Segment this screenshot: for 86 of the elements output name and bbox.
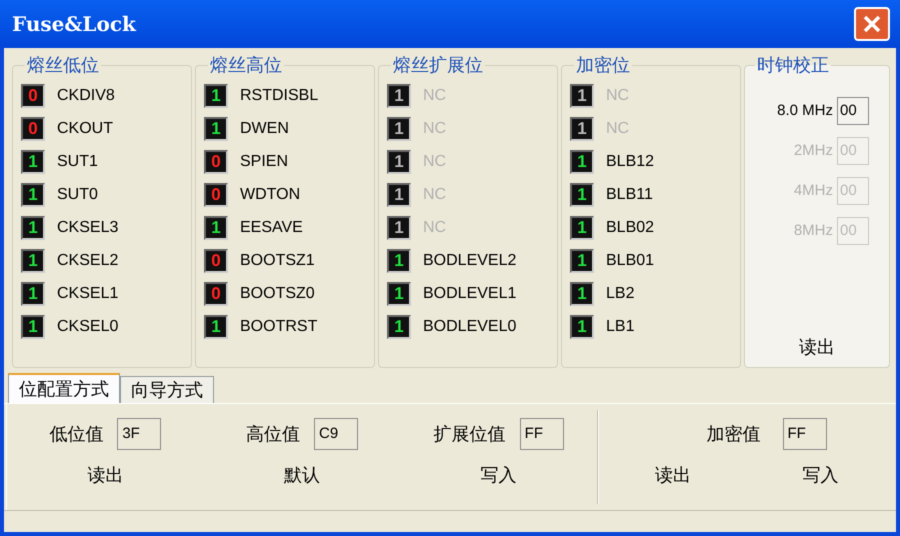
- bit-name: BODLEVEL2: [423, 250, 516, 270]
- bit-name: NC: [423, 218, 446, 238]
- text-button[interactable]: 读出: [793, 332, 841, 363]
- group-title: 加密位: [575, 54, 631, 77]
- group-title: 时钟校正: [756, 54, 830, 77]
- bit-indicator[interactable]: 1: [570, 248, 594, 272]
- bit-name: CKSEL0: [57, 316, 118, 336]
- text-button[interactable]: 默认: [278, 460, 326, 491]
- bit-indicator[interactable]: 1: [570, 182, 594, 206]
- bit-name: NC: [423, 86, 446, 106]
- field-label: 扩展位值: [434, 422, 506, 446]
- bit-indicator[interactable]: 1: [570, 314, 594, 338]
- bit-name: NC: [423, 152, 446, 172]
- bit-name: LB1: [606, 316, 634, 336]
- bit-name: BLB02: [606, 218, 654, 238]
- bit-indicator[interactable]: 1: [204, 216, 228, 240]
- text-button[interactable]: 写入: [474, 460, 523, 491]
- bit-indicator[interactable]: 1: [204, 84, 228, 108]
- bit-name: RSTDISBL: [240, 86, 318, 106]
- value-field[interactable]: FF: [782, 418, 826, 450]
- bit-indicator[interactable]: 0: [204, 182, 228, 206]
- frequency-label: 4MHz: [794, 180, 833, 201]
- bit-name: NC: [423, 118, 446, 138]
- bit-indicator[interactable]: 1: [387, 314, 411, 338]
- bit-name: BOOTSZ0: [240, 284, 315, 304]
- field-label: 高位值: [246, 422, 300, 446]
- bit-name: SPIEN: [240, 152, 288, 172]
- close-icon: [862, 14, 882, 34]
- value-field[interactable]: 3F: [117, 418, 162, 450]
- bit-indicator[interactable]: 1: [204, 116, 228, 140]
- bit-name: BLB11: [606, 184, 653, 204]
- bit-indicator[interactable]: 1: [570, 216, 594, 240]
- value-field[interactable]: FF: [520, 418, 564, 450]
- bit-name: DWEN: [240, 118, 289, 138]
- group-title: 熔丝扩展位: [392, 54, 484, 77]
- frequency-label: 2MHz: [794, 140, 833, 161]
- bit-indicator[interactable]: 0: [204, 282, 228, 306]
- bit-indicator[interactable]: 1: [387, 282, 411, 306]
- bit-indicator[interactable]: 0: [204, 248, 228, 272]
- text-button[interactable]: 写入: [796, 460, 844, 491]
- bit-indicator[interactable]: 1: [21, 182, 45, 206]
- bit-name: BLB12: [606, 152, 654, 172]
- field-label: 加密值: [706, 422, 760, 446]
- bit-indicator[interactable]: 1: [21, 150, 45, 174]
- bit-indicator[interactable]: 1: [204, 314, 228, 338]
- bit-name: NC: [423, 184, 446, 204]
- bit-name: SUT1: [57, 152, 98, 172]
- bit-indicator[interactable]: 1: [387, 248, 411, 272]
- window-title: Fuse&Lock: [12, 11, 136, 38]
- bit-name: SUT0: [57, 184, 98, 204]
- bit-name: CKOUT: [57, 118, 113, 138]
- bit-name: BLB01: [606, 250, 654, 270]
- bit-name: NC: [606, 86, 630, 106]
- frequency-label: 8.0 MHz: [777, 100, 833, 121]
- bit-name: CKSEL2: [57, 250, 118, 270]
- bit-name: BODLEVEL0: [423, 316, 516, 336]
- bit-indicator[interactable]: 1: [570, 150, 594, 174]
- tab[interactable]: 位配置方式: [8, 373, 120, 403]
- bit-indicator[interactable]: 0: [21, 84, 45, 108]
- bit-name: LB2: [606, 284, 634, 304]
- bit-indicator[interactable]: 1: [570, 282, 594, 306]
- bit-name: EESAVE: [240, 218, 303, 238]
- group-title: 熔丝低位: [26, 54, 100, 77]
- bit-indicator[interactable]: 1: [21, 216, 45, 240]
- bit-name: BODLEVEL1: [423, 284, 516, 304]
- bit-indicator[interactable]: 0: [21, 116, 45, 140]
- tab[interactable]: 向导方式: [120, 376, 214, 403]
- text-button[interactable]: 读出: [648, 460, 697, 491]
- bit-name: WDTON: [240, 184, 300, 204]
- bit-indicator[interactable]: 1: [21, 282, 45, 306]
- bit-name: CKDIV8: [57, 86, 115, 106]
- bit-indicator[interactable]: 1: [21, 314, 45, 338]
- text-button[interactable]: 读出: [81, 460, 130, 491]
- bit-name: BOOTSZ1: [240, 250, 315, 270]
- bit-indicator[interactable]: 0: [204, 150, 228, 174]
- close-button[interactable]: [854, 7, 890, 41]
- value-field[interactable]: C9: [314, 418, 358, 450]
- field-label: 低位值: [49, 422, 104, 446]
- bit-name: NC: [606, 118, 630, 138]
- frequency-label: 8MHz: [794, 220, 833, 241]
- bit-name: BOOTRST: [240, 316, 318, 336]
- group-title: 熔丝高位: [209, 54, 283, 77]
- bit-name: CKSEL3: [57, 218, 118, 238]
- calibration-field[interactable]: 00: [837, 97, 869, 125]
- bit-indicator[interactable]: 1: [21, 248, 45, 272]
- bit-name: CKSEL1: [57, 284, 118, 304]
